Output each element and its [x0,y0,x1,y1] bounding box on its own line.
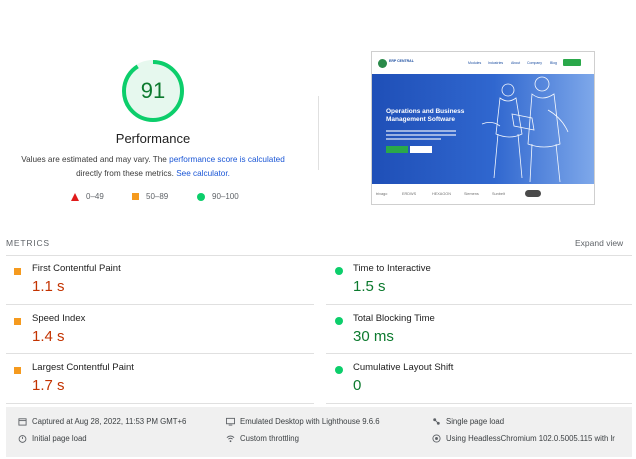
average-square-icon [14,268,21,275]
divider [6,353,314,354]
run-info-footer: Captured at Aug 28, 2022, 11:53 PM GMT+6… [6,407,632,457]
desc-prefix: Values are estimated and may vary. The [21,155,167,164]
thumbnail-navbar: ERP CENTRAL Modules Industries About Com… [372,52,594,74]
pass-circle-icon [335,317,343,325]
square-icon [132,193,139,200]
metric-label: Largest Contentful Paint [32,362,134,373]
thumbnail-client-logo: Sunbelt [492,192,505,196]
single-page-load-text: Single page load [446,417,505,426]
throttling-text: Custom throttling [240,434,299,443]
average-square-icon [14,367,21,374]
divider [326,353,632,354]
initial-page-load-text: Initial page load [32,434,87,443]
metrics-heading: METRICS [6,238,50,248]
emulated-device-text: Emulated Desktop with Lighthouse 9.6.6 [240,417,380,426]
legend-average: 50–89 [132,192,168,201]
thumbnail-client-logo: HEXAGON [432,192,451,196]
thumbnail-logo-icon [378,59,387,68]
captured-at-text: Captured at Aug 28, 2022, 11:53 PM GMT+6 [32,417,187,426]
metric-label: Speed Index [32,313,86,324]
throttling: Custom throttling [226,434,299,443]
thumbnail-nav-item: Industries [488,61,504,65]
circle-icon [197,192,205,201]
captured-at: Captured at Aug 28, 2022, 11:53 PM GMT+6 [18,417,186,426]
thumbnail-hero: Operations and Business Management Softw… [372,74,594,184]
legend-average-label: 50–89 [146,192,169,201]
divider [326,403,632,404]
legend-pass: 90–100 [197,192,239,201]
thumbnail-client-logo: Siemens [464,192,479,196]
metric-value: 1.7 s [32,377,65,394]
thumbnail-logo-text: ERP CENTRAL [389,59,414,63]
thumbnail-client-logo-pill [525,190,541,197]
thumbnail-cta-button [563,59,581,66]
performance-gauge: 91 [120,58,186,124]
page-screenshot-thumbnail[interactable]: ERP CENTRAL Modules Industries About Com… [371,51,595,205]
nodes-icon [433,418,440,425]
divider [318,96,319,170]
legend-pass-label: 90–100 [212,192,239,201]
thumbnail-nav-item: Company [527,61,542,65]
thumbnail-client-logo: trivago [376,192,388,196]
initial-page-load: Initial page load [18,434,87,443]
emulated-device: Emulated Desktop with Lighthouse 9.6.6 [226,417,380,426]
browser-info-text: Using HeadlessChromium 102.0.5005.115 wi… [446,434,615,443]
expand-view-button[interactable]: Expand view [575,238,623,248]
divider [6,403,314,404]
metric-label: Cumulative Layout Shift [353,362,454,373]
thumbnail-client-logo: ERDWS [402,192,417,196]
wifi-icon [226,435,235,443]
browser-icon [432,434,441,443]
calculator-link[interactable]: See calculator. [176,169,230,178]
thumbnail-nav-item: Modules [468,61,482,65]
performance-score-link[interactable]: performance score is calculated [169,155,285,164]
divider [6,304,314,305]
average-square-icon [14,318,21,325]
calendar-icon [18,418,27,426]
divider [326,304,632,305]
thumbnail-illustration [481,76,569,183]
metric-value: 0 [353,377,362,394]
metric-value: 1.4 s [32,328,65,345]
score-description: Values are estimated and may vary. The p… [18,153,288,181]
metric-label: Total Blocking Time [353,313,435,324]
thumbnail-nav-item: About [511,61,521,65]
divider [6,255,632,256]
desc-middle: directly from these metrics. [76,169,174,178]
metric-label: Time to Interactive [353,263,431,274]
timer-icon [18,435,27,443]
single-page-load: Single page load [432,417,504,426]
pass-circle-icon [335,267,343,275]
metric-value: 30 ms [353,328,394,345]
pass-circle-icon [335,366,343,374]
performance-score: 91 [140,78,166,103]
metric-value: 1.1 s [32,278,65,295]
metric-value: 1.5 s [353,278,386,295]
metric-label: First Contentful Paint [32,263,121,274]
browser-info: Using HeadlessChromium 102.0.5005.115 wi… [432,434,615,443]
performance-label: Performance [115,131,191,146]
thumbnail-nav-item: Blog [550,61,558,65]
triangle-icon [71,192,79,201]
legend-fail: 0–49 [71,192,104,201]
desktop-icon [226,417,235,426]
legend-fail-label: 0–49 [86,192,104,201]
thumbnail-client-logos: trivago ERDWS HEXAGON Siemens Sunbelt [372,184,594,204]
